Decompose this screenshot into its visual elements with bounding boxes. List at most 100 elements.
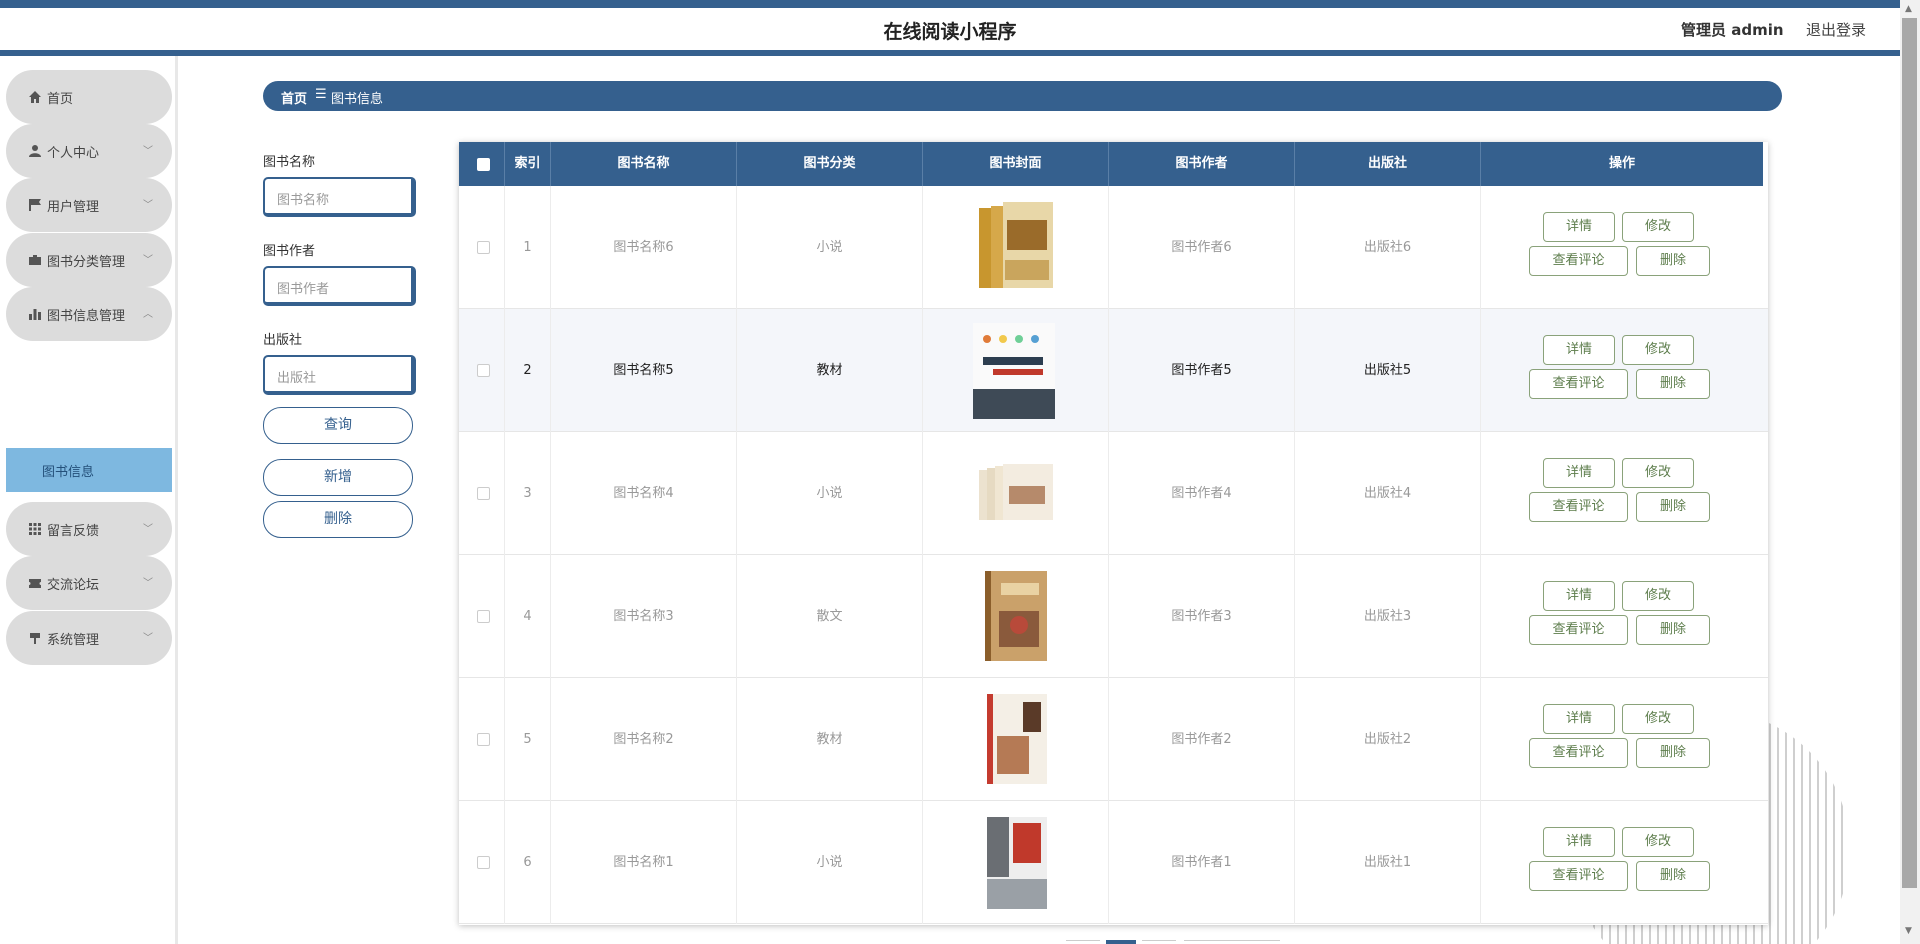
scroll-up-arrow-icon[interactable]: ▲: [1905, 4, 1912, 14]
view-comments-button[interactable]: 查看评论: [1529, 738, 1628, 768]
sidebar-item-home[interactable]: 首页: [6, 70, 172, 124]
table-row: 3 图书名称4 小说 图书作者4 出版社4 详情 修改 查看评论 删除: [459, 432, 1768, 555]
sidebar-item-label: 图书信息管理: [47, 309, 126, 324]
view-comments-button[interactable]: 查看评论: [1529, 246, 1628, 276]
row-checkbox[interactable]: [477, 487, 490, 500]
sidebar-item-feedback[interactable]: 留言反馈 ﹀: [6, 502, 172, 556]
book-author-label: 图书作者: [263, 244, 316, 259]
detail-button[interactable]: 详情: [1543, 704, 1615, 734]
sidebar-item-label: 个人中心: [47, 146, 100, 161]
detail-button[interactable]: 详情: [1543, 335, 1615, 365]
pagination-prev[interactable]: [1066, 940, 1100, 944]
pagination-jumper[interactable]: [1184, 940, 1280, 944]
delete-button[interactable]: 删除: [1636, 861, 1710, 891]
breadcrumb-separator-icon: ☰: [315, 87, 327, 102]
row-select-cell: [459, 555, 505, 678]
breadcrumb-home[interactable]: 首页: [281, 88, 307, 107]
view-comments-button[interactable]: 查看评论: [1529, 861, 1628, 891]
row-checkbox[interactable]: [477, 856, 490, 869]
cell-book-name: 图书名称3: [551, 555, 737, 678]
sidebar-item-label: 留言反馈: [47, 524, 100, 539]
edit-button[interactable]: 修改: [1622, 581, 1694, 611]
sidebar-item-book-category[interactable]: 图书分类管理 ﹀: [6, 233, 172, 287]
delete-button[interactable]: 删除: [1636, 738, 1710, 768]
sidebar-item-label: 交流论坛: [47, 578, 100, 593]
cell-cover: [923, 555, 1109, 678]
delete-button[interactable]: 删除: [1636, 615, 1710, 645]
edit-button[interactable]: 修改: [1622, 212, 1694, 242]
book-cover-image[interactable]: [973, 323, 1055, 419]
row-select-cell: [459, 678, 505, 801]
row-checkbox[interactable]: [477, 364, 490, 377]
edit-button[interactable]: 修改: [1622, 704, 1694, 734]
view-comments-button[interactable]: 查看评论: [1529, 615, 1628, 645]
cell-publisher: 出版社2: [1295, 678, 1481, 801]
edit-button[interactable]: 修改: [1622, 335, 1694, 365]
sidebar-item-system[interactable]: 系统管理 ﹀: [6, 611, 172, 665]
book-cover-image[interactable]: [977, 692, 1059, 788]
logout-link[interactable]: 退出登录: [1806, 19, 1866, 40]
pagination-next[interactable]: [1142, 940, 1176, 944]
cell-cover: [923, 186, 1109, 309]
row-checkbox[interactable]: [477, 733, 490, 746]
sidebar-item-users[interactable]: 用户管理 ﹀: [6, 178, 172, 232]
detail-button[interactable]: 详情: [1543, 458, 1615, 488]
cell-author: 图书作者2: [1109, 678, 1295, 801]
sidebar-item-book-info[interactable]: 图书信息管理 ︿: [6, 287, 172, 341]
view-comments-button[interactable]: 查看评论: [1529, 369, 1628, 399]
book-cover-image[interactable]: [975, 446, 1057, 542]
cell-category: 小说: [737, 801, 923, 924]
cell-category: 小说: [737, 186, 923, 309]
pagination-page-active[interactable]: [1106, 940, 1136, 944]
table-row: 1 图书名称6 小说 图书作者6 出版社6 详情 修改 查看评论 删除: [459, 186, 1768, 309]
page-scrollbar[interactable]: ▲ ▼: [1900, 0, 1920, 944]
view-comments-button[interactable]: 查看评论: [1529, 492, 1628, 522]
cell-actions: 详情 修改 查看评论 删除: [1481, 309, 1768, 432]
cell-book-name: 图书名称6: [551, 186, 737, 309]
sidebar-item-label: 用户管理: [47, 200, 100, 215]
row-checkbox[interactable]: [477, 241, 490, 254]
sidebar-item-label: 首页: [47, 92, 74, 107]
breadcrumb: 首页 ☰ 图书信息: [263, 81, 1782, 111]
select-all-checkbox[interactable]: [477, 158, 490, 171]
sidebar-item-profile[interactable]: 个人中心 ﹀: [6, 124, 172, 178]
cell-index: 3: [505, 432, 551, 555]
edit-button[interactable]: 修改: [1622, 458, 1694, 488]
sidebar: 首页 个人中心 ﹀ 用户管理 ﹀ 图书分类管理 ﹀ 图书信息管理 ︿ 图书信息 …: [0, 56, 178, 944]
row-checkbox[interactable]: [477, 610, 490, 623]
sidebar-item-forum[interactable]: 交流论坛 ﹀: [6, 556, 172, 610]
scroll-down-arrow-icon[interactable]: ▼: [1905, 926, 1912, 936]
chevron-down-icon: ﹀: [143, 524, 153, 535]
person-icon: [29, 145, 41, 157]
edit-button[interactable]: 修改: [1622, 827, 1694, 857]
table-row: 6 图书名称1 小说 图书作者1 出版社1 详情 修改 查看评论 删除: [459, 801, 1768, 924]
grid-icon: [29, 523, 41, 535]
detail-button[interactable]: 详情: [1543, 212, 1615, 242]
book-cover-image[interactable]: [977, 815, 1059, 911]
book-cover-image[interactable]: [975, 569, 1057, 665]
query-button[interactable]: 查询: [263, 407, 413, 444]
breadcrumb-current: 图书信息: [331, 92, 384, 107]
cell-cover: [923, 678, 1109, 801]
chevron-down-icon: ﹀: [143, 255, 153, 266]
cell-publisher: 出版社1: [1295, 801, 1481, 924]
header-category: 图书分类: [737, 142, 923, 186]
scrollbar-thumb[interactable]: [1902, 18, 1917, 888]
detail-button[interactable]: 详情: [1543, 827, 1615, 857]
chevron-down-icon: ﹀: [143, 578, 153, 589]
book-name-label: 图书名称: [263, 155, 316, 170]
book-author-input[interactable]: 图书作者: [263, 266, 416, 306]
book-cover-image[interactable]: [975, 200, 1057, 296]
detail-button[interactable]: 详情: [1543, 581, 1615, 611]
cell-publisher: 出版社6: [1295, 186, 1481, 309]
add-button[interactable]: 新增: [263, 459, 413, 496]
delete-button[interactable]: 删除: [1636, 246, 1710, 276]
sidebar-item-label: 系统管理: [47, 633, 100, 648]
publisher-input[interactable]: 出版社: [263, 355, 416, 395]
row-select-cell: [459, 309, 505, 432]
sidebar-subitem-book-info[interactable]: 图书信息: [6, 448, 172, 492]
batch-delete-button[interactable]: 删除: [263, 501, 413, 538]
delete-button[interactable]: 删除: [1636, 369, 1710, 399]
delete-button[interactable]: 删除: [1636, 492, 1710, 522]
book-name-input[interactable]: 图书名称: [263, 177, 416, 217]
